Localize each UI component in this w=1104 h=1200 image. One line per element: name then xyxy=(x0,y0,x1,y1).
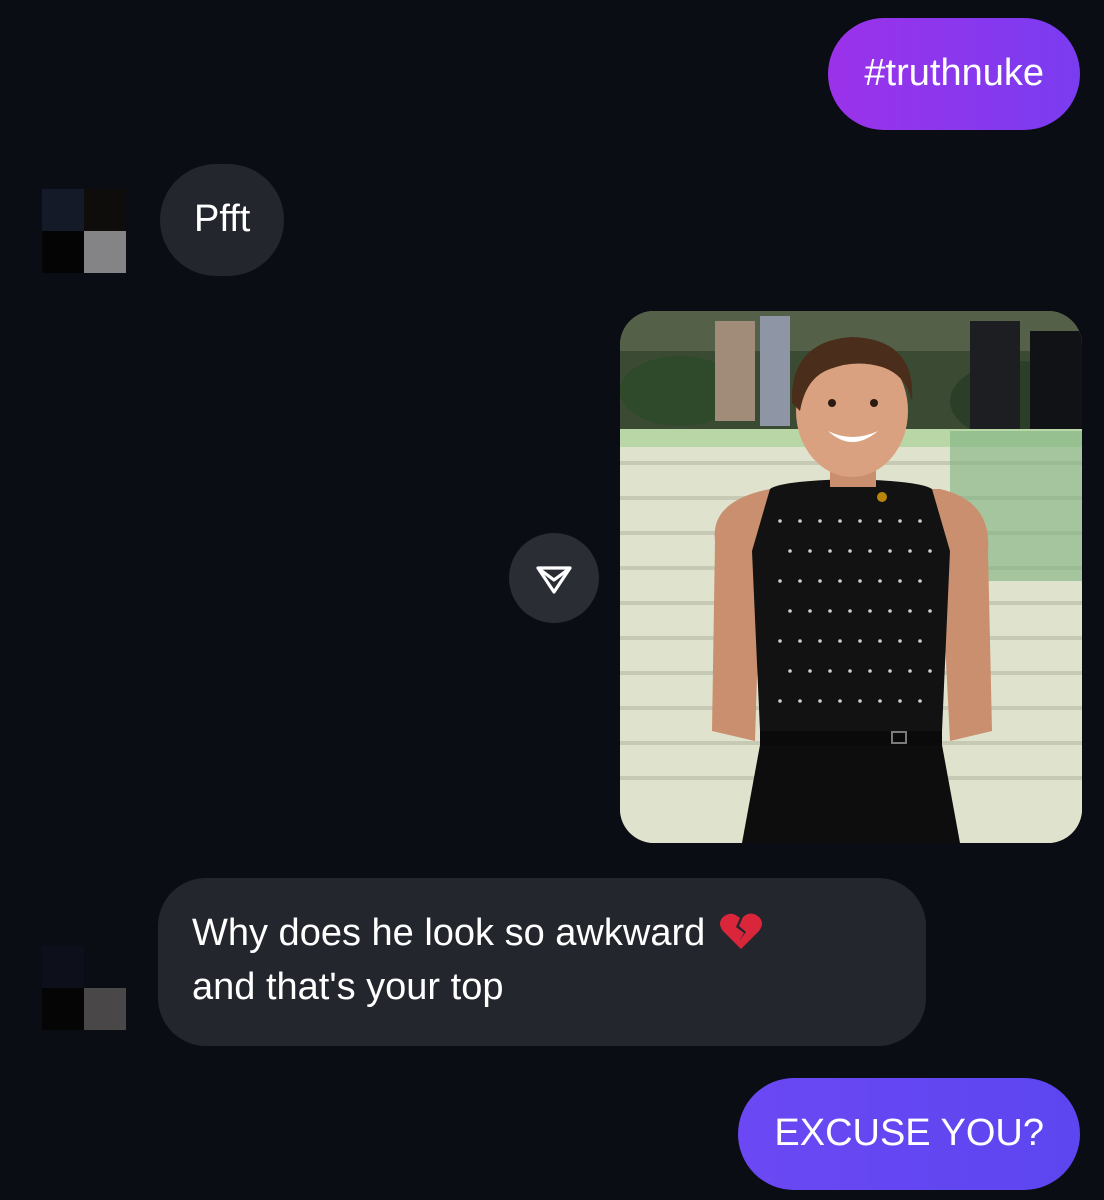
sent-message-bubble[interactable]: #truthnuke xyxy=(828,18,1080,130)
shared-photo[interactable] xyxy=(620,311,1082,843)
message-text-line-1: Why does he look so awkward xyxy=(192,912,706,954)
avatar[interactable] xyxy=(42,946,126,1030)
received-message-bubble[interactable]: Why does he look so awkward and that's y… xyxy=(158,878,926,1046)
broken-heart-icon xyxy=(720,913,763,949)
avatar[interactable] xyxy=(42,189,126,273)
message-text-line-2: and that's your top xyxy=(192,966,504,1008)
send-triangle-icon xyxy=(536,566,572,594)
message-text: EXCUSE YOU? xyxy=(774,1112,1044,1154)
received-message-bubble[interactable]: Pfft xyxy=(160,164,285,276)
photo-illustration xyxy=(620,311,1082,843)
message-thread: #truthnuke Pfft Why does he look so awkw… xyxy=(0,0,1104,1200)
share-button[interactable] xyxy=(509,533,599,623)
message-text: #truthnuke xyxy=(864,52,1044,94)
message-text: Pfft xyxy=(194,198,251,240)
sent-message-bubble[interactable]: EXCUSE YOU? xyxy=(738,1078,1080,1190)
